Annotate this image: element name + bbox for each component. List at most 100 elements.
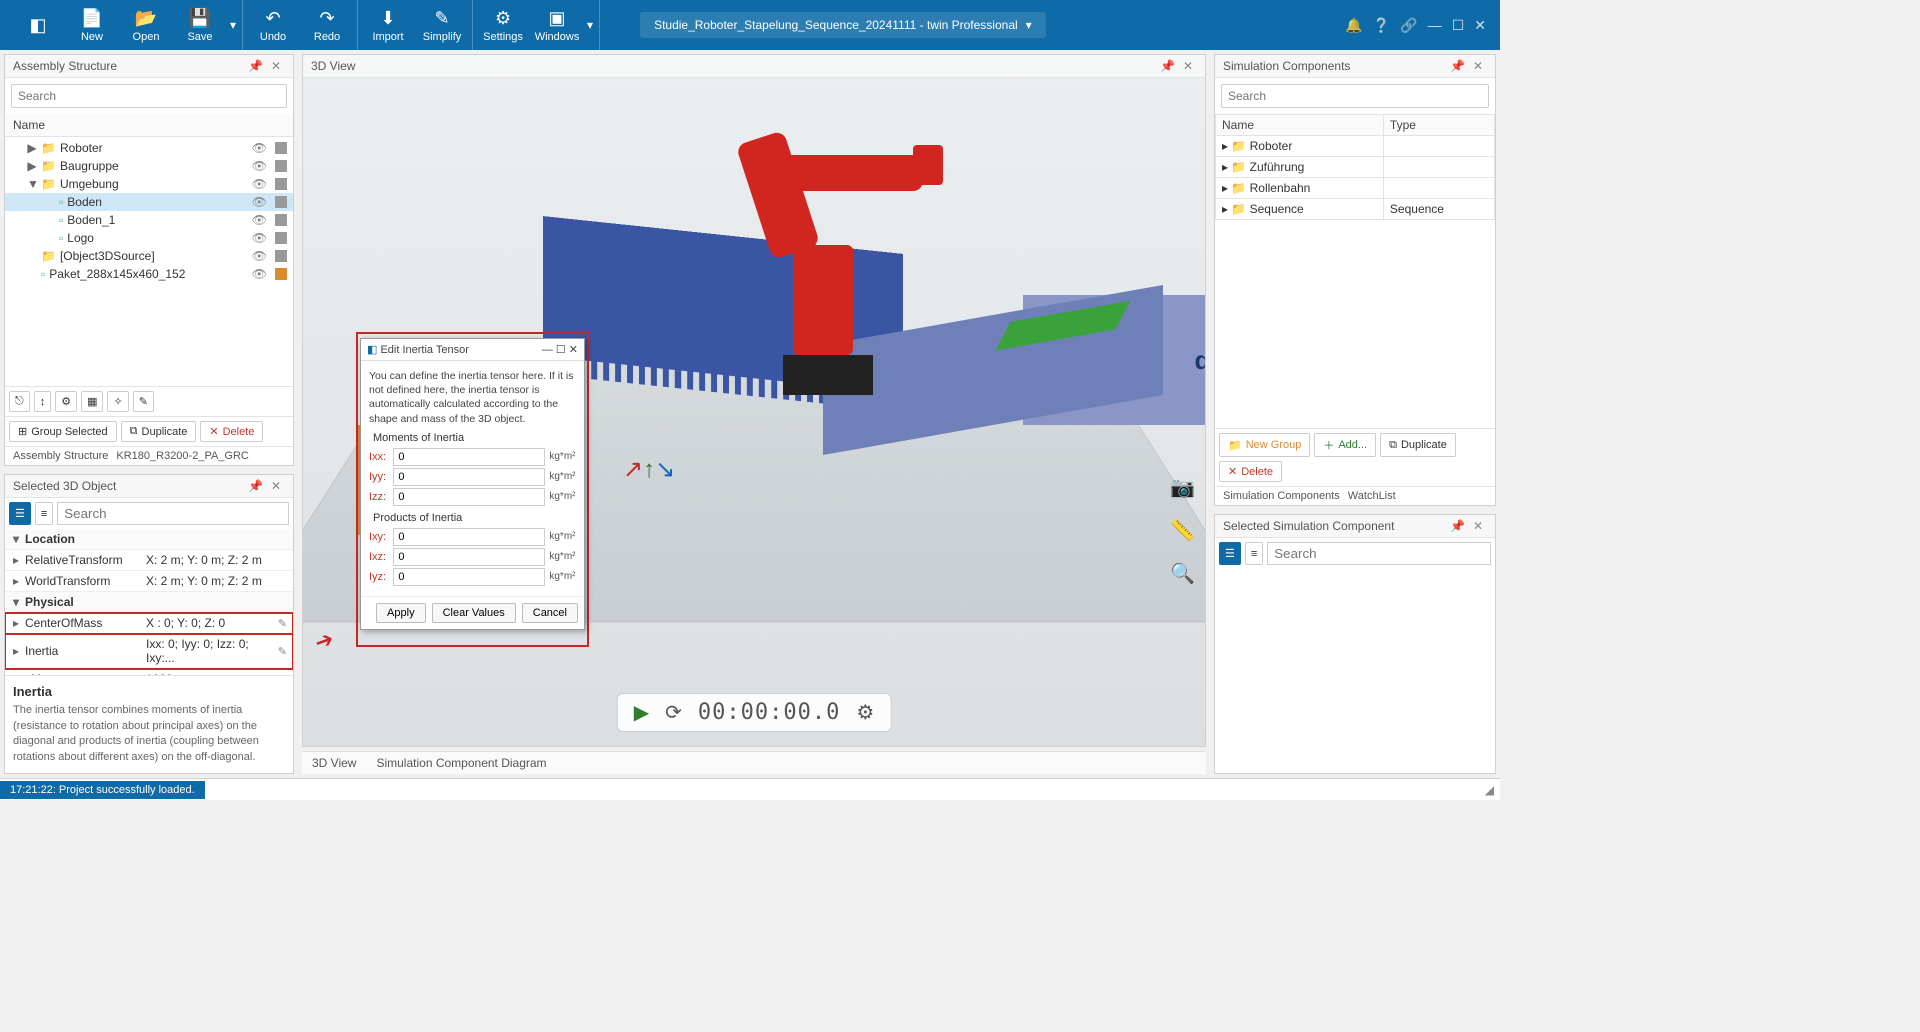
izz-input[interactable]	[393, 488, 545, 506]
close-icon[interactable]: ✕	[1469, 519, 1487, 533]
table-row[interactable]: ▸ 📁 Zuführung	[1216, 157, 1495, 178]
tree-item[interactable]: ▼📁Umgebung👁	[5, 175, 293, 193]
prop-inertia[interactable]: Inertia	[25, 644, 58, 658]
dialog-max[interactable]: ☐	[556, 343, 566, 356]
close-icon[interactable]: ✕	[267, 59, 285, 73]
tool-2[interactable]: ↕	[34, 391, 52, 412]
windows-button[interactable]: ▣Windows	[533, 1, 581, 49]
iyy-input[interactable]	[393, 468, 545, 486]
tool-4[interactable]: ▦	[81, 391, 103, 412]
play-button[interactable]: ▶	[634, 700, 649, 725]
group-selected-button[interactable]: ⊞ Group Selected	[9, 421, 117, 442]
edit-icon[interactable]: ✎	[278, 645, 287, 658]
tree-item[interactable]: ▫Boden👁	[5, 193, 293, 211]
assembly-tree[interactable]: ▶📁Roboter👁▶📁Baugruppe👁▼📁Umgebung👁▫Boden👁…	[5, 137, 293, 386]
save-dropdown[interactable]: ▾	[230, 18, 236, 32]
tree-item[interactable]: 📁[Object3DSource]👁	[5, 247, 293, 265]
document-title[interactable]: Studie_Roboter_Stapelung_Sequence_202411…	[640, 12, 1046, 38]
tab-sim-components[interactable]: Simulation Components	[1223, 490, 1340, 502]
link-icon[interactable]: 🔗	[1400, 17, 1417, 34]
dialog-close[interactable]: ✕	[569, 343, 578, 356]
new-group-button[interactable]: 📁 New Group	[1219, 433, 1310, 457]
help-icon[interactable]: ❔	[1373, 17, 1390, 34]
selsim-view-2[interactable]: ≡	[1245, 542, 1263, 565]
focus-icon[interactable]: 🔍	[1170, 561, 1195, 586]
axis-gizmo[interactable]: ↗↑↘	[623, 455, 675, 484]
close-icon[interactable]: ✕	[1469, 59, 1487, 73]
simcomp-table[interactable]: NameType ▸ 📁 Roboter▸ 📁 Zuführung▸ 📁 Rol…	[1215, 114, 1495, 220]
view-mode-2[interactable]: ≡	[35, 502, 53, 525]
redo-button[interactable]: ↷Redo	[303, 1, 351, 49]
edit-icon[interactable]: ✎	[278, 617, 287, 630]
tab-watchlist[interactable]: WatchList	[1348, 490, 1396, 502]
tree-item[interactable]: ▫Boden_1👁	[5, 211, 293, 229]
add-button[interactable]: ＋ Add...	[1314, 433, 1376, 457]
ixy-input[interactable]	[393, 528, 545, 546]
reset-button[interactable]: ⟳	[665, 700, 682, 725]
save-button[interactable]: 💾Save	[176, 1, 224, 49]
simplify-button[interactable]: ✎Simplify	[418, 1, 466, 49]
close-icon[interactable]: ✕	[267, 479, 285, 493]
clear-values-button[interactable]: Clear Values	[432, 603, 516, 623]
selsim-view-1[interactable]: ☰	[1219, 542, 1241, 565]
settings-button[interactable]: ⚙Settings	[479, 1, 527, 49]
pin-icon[interactable]: 📌	[244, 479, 267, 493]
tab-sim-diagram[interactable]: Simulation Component Diagram	[376, 756, 546, 770]
tool-5[interactable]: ✧	[107, 391, 128, 412]
tree-item[interactable]: ▶📁Baugruppe👁	[5, 157, 293, 175]
open-button[interactable]: 📂Open	[122, 1, 170, 49]
sim-delete-button[interactable]: ✕ Delete	[1219, 461, 1282, 482]
window-max[interactable]: ☐	[1452, 17, 1465, 34]
ribbon: ◧ 📄New 📂Open 💾Save ▾ ↶Undo ↷Redo ⬇Import…	[0, 0, 1500, 50]
ixx-input[interactable]	[393, 448, 545, 466]
tool-3[interactable]: ⚙	[55, 391, 77, 412]
pin-icon[interactable]: 📌	[1446, 519, 1469, 533]
table-row[interactable]: ▸ 📁 SequenceSequence	[1216, 199, 1495, 220]
iyz-input[interactable]	[393, 568, 545, 586]
selected-sim-panel: Selected Simulation Component 📌 ✕ ☰ ≡	[1214, 514, 1496, 774]
tree-item[interactable]: ▫Logo👁	[5, 229, 293, 247]
tab-3d-view[interactable]: 3D View	[312, 756, 356, 770]
selsim-search[interactable]	[1267, 542, 1491, 565]
bell-icon[interactable]: 🔔	[1345, 17, 1362, 34]
tree-item[interactable]: ▶📁Roboter👁	[5, 139, 293, 157]
assembly-title: Assembly Structure	[13, 59, 117, 73]
prop-relativetransform[interactable]: RelativeTransform	[25, 553, 123, 567]
view-mode-1[interactable]: ☰	[9, 502, 31, 525]
window-close[interactable]: ✕	[1474, 17, 1486, 34]
tool-1[interactable]: ⎋	[9, 391, 30, 412]
assembly-search[interactable]	[11, 84, 287, 108]
selected3d-search[interactable]	[57, 502, 289, 525]
delete-button[interactable]: ✕ Delete	[200, 421, 263, 442]
prop-worldtransform[interactable]: WorldTransform	[25, 574, 110, 588]
pin-icon[interactable]: 📌	[1156, 59, 1179, 73]
undo-button[interactable]: ↶Undo	[249, 1, 297, 49]
close-icon[interactable]: ✕	[1179, 59, 1197, 73]
cancel-button[interactable]: Cancel	[522, 603, 578, 623]
simcomp-search[interactable]	[1221, 84, 1489, 108]
prop-centerofmass[interactable]: CenterOfMass	[25, 616, 102, 630]
tab-assembly-structure[interactable]: Assembly Structure	[13, 450, 108, 462]
tab-robot-arm[interactable]: KR180_R3200-2_PA_GRC	[116, 450, 248, 462]
apply-button[interactable]: Apply	[376, 603, 426, 623]
pin-icon[interactable]: 📌	[244, 59, 267, 73]
table-row[interactable]: ▸ 📁 Rollenbahn	[1216, 178, 1495, 199]
pin-icon[interactable]: 📌	[1446, 59, 1469, 73]
duplicate-button[interactable]: ⧉ Duplicate	[121, 421, 197, 442]
ixz-input[interactable]	[393, 548, 545, 566]
windows-dropdown[interactable]: ▾	[587, 18, 593, 32]
new-button[interactable]: 📄New	[68, 1, 116, 49]
tool-6[interactable]: ✎	[133, 391, 154, 412]
resize-grip[interactable]: ◢	[1479, 783, 1500, 797]
app-logo[interactable]: ◧	[14, 1, 62, 49]
table-row[interactable]: ▸ 📁 Roboter	[1216, 136, 1495, 157]
sim-settings-icon[interactable]: ⚙	[856, 700, 874, 725]
dialog-min[interactable]: —	[542, 344, 553, 356]
import-button[interactable]: ⬇Import	[364, 1, 412, 49]
dialog-logo-icon: ◧	[367, 343, 377, 356]
camera-icon[interactable]: 📷	[1170, 475, 1195, 500]
tree-item[interactable]: ▫Paket_288x145x460_152👁	[5, 265, 293, 283]
sim-duplicate-button[interactable]: ⧉ Duplicate	[1380, 433, 1456, 457]
ruler-icon[interactable]: 📏	[1170, 518, 1195, 543]
window-min[interactable]: —	[1428, 17, 1442, 34]
